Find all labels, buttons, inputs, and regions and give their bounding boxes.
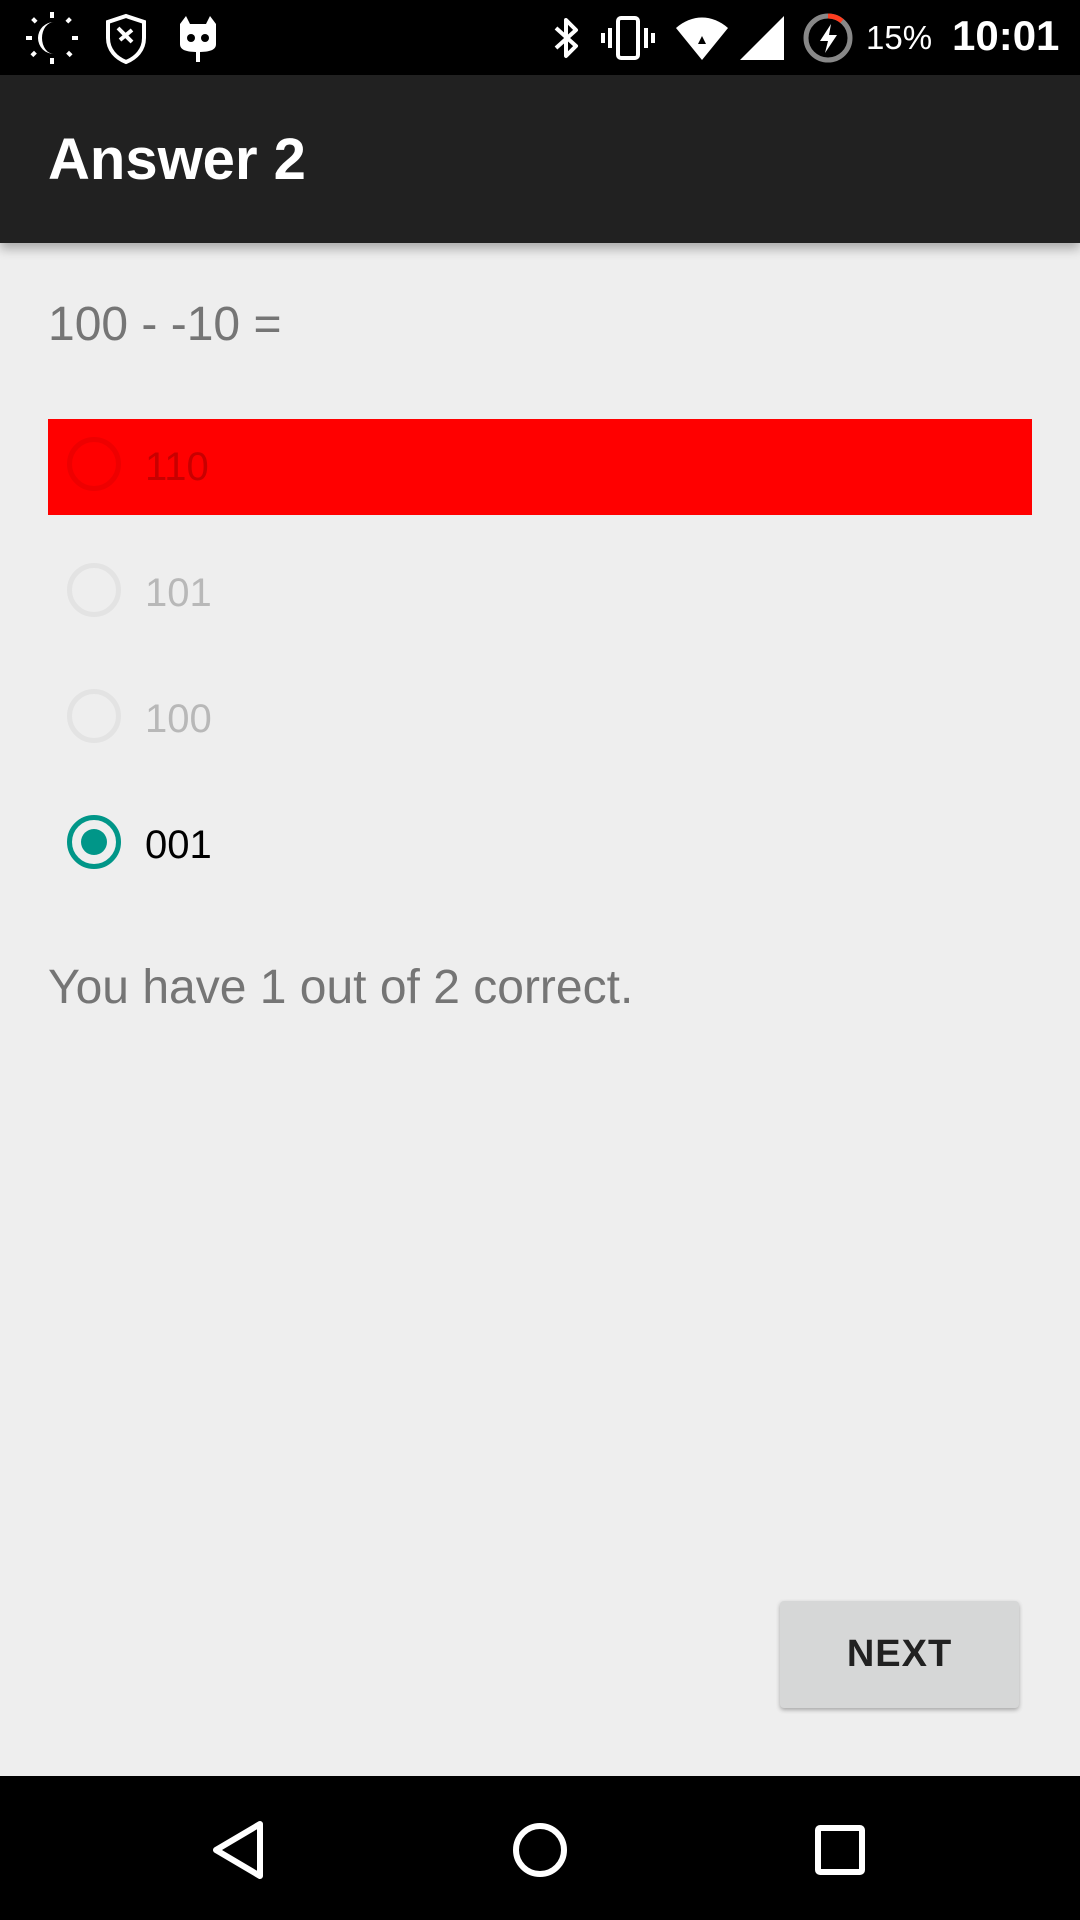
page-title: Answer 2 bbox=[48, 127, 306, 192]
radio-button[interactable] bbox=[67, 437, 121, 491]
cell-signal-icon bbox=[740, 16, 784, 60]
answer-option-label: 100 bbox=[145, 697, 212, 741]
answer-option-label: 101 bbox=[145, 571, 212, 615]
status-bar: 15% 10:01 bbox=[0, 0, 1080, 75]
radio-button[interactable] bbox=[67, 689, 121, 743]
next-button[interactable]: NEXT bbox=[780, 1601, 1019, 1708]
theme-toggle-icon bbox=[26, 12, 78, 64]
score-text: You have 1 out of 2 correct. bbox=[48, 961, 634, 1014]
battery-charging-icon bbox=[803, 13, 853, 63]
app-bar: Answer 2 bbox=[0, 75, 1080, 243]
answer-option-2[interactable]: 101 bbox=[48, 545, 1032, 641]
back-icon[interactable] bbox=[202, 1812, 278, 1888]
question-text: 100 - -10 = bbox=[48, 298, 282, 351]
clock: 10:01 bbox=[952, 12, 1060, 59]
radio-button-checked[interactable] bbox=[67, 815, 121, 869]
answer-option-label: 110 bbox=[145, 445, 209, 489]
recents-icon[interactable] bbox=[802, 1812, 878, 1888]
privacy-guard-icon bbox=[106, 13, 146, 65]
battery-percent: 15% bbox=[866, 19, 933, 56]
answer-option-4[interactable]: 001 bbox=[48, 797, 1032, 893]
answer-option-label: 001 bbox=[145, 823, 212, 867]
wifi-icon bbox=[676, 17, 728, 60]
radio-button[interactable] bbox=[67, 563, 121, 617]
answer-option-1[interactable]: 110 bbox=[48, 419, 1032, 515]
cyanogenmod-icon bbox=[180, 16, 216, 62]
home-icon[interactable] bbox=[502, 1812, 578, 1888]
navigation-bar bbox=[0, 1776, 1080, 1920]
vibrate-icon bbox=[601, 16, 655, 60]
answer-option-3[interactable]: 100 bbox=[48, 671, 1032, 767]
bluetooth-icon bbox=[554, 18, 578, 58]
